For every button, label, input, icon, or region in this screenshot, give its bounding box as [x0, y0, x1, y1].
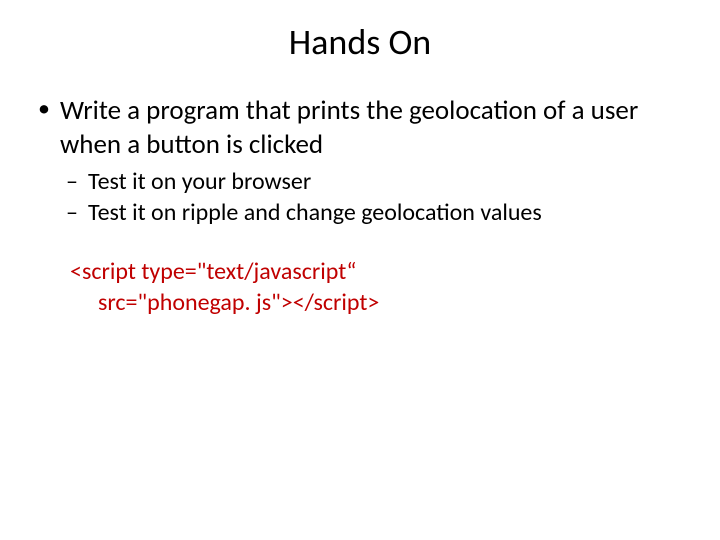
code-line-1: <script type="text/javascript“ [70, 256, 690, 287]
sub-bullet-list: Test it on your browser Test it on rippl… [60, 166, 690, 228]
code-line-2: src="phonegap. js"></script> [70, 287, 690, 318]
slide-content: Write a program that prints the geolocat… [0, 74, 720, 318]
bullet-list: Write a program that prints the geolocat… [30, 94, 690, 228]
slide: Hands On Write a program that prints the… [0, 0, 720, 540]
bullet-main: Write a program that prints the geolocat… [30, 94, 690, 228]
bullet-main-text: Write a program that prints the geolocat… [60, 94, 638, 161]
sub-bullet-2: Test it on ripple and change geolocation… [60, 197, 690, 228]
slide-title: Hands On [0, 0, 720, 74]
code-block: <script type="text/javascript“ src="phon… [70, 256, 690, 318]
sub-bullet-1: Test it on your browser [60, 166, 690, 197]
